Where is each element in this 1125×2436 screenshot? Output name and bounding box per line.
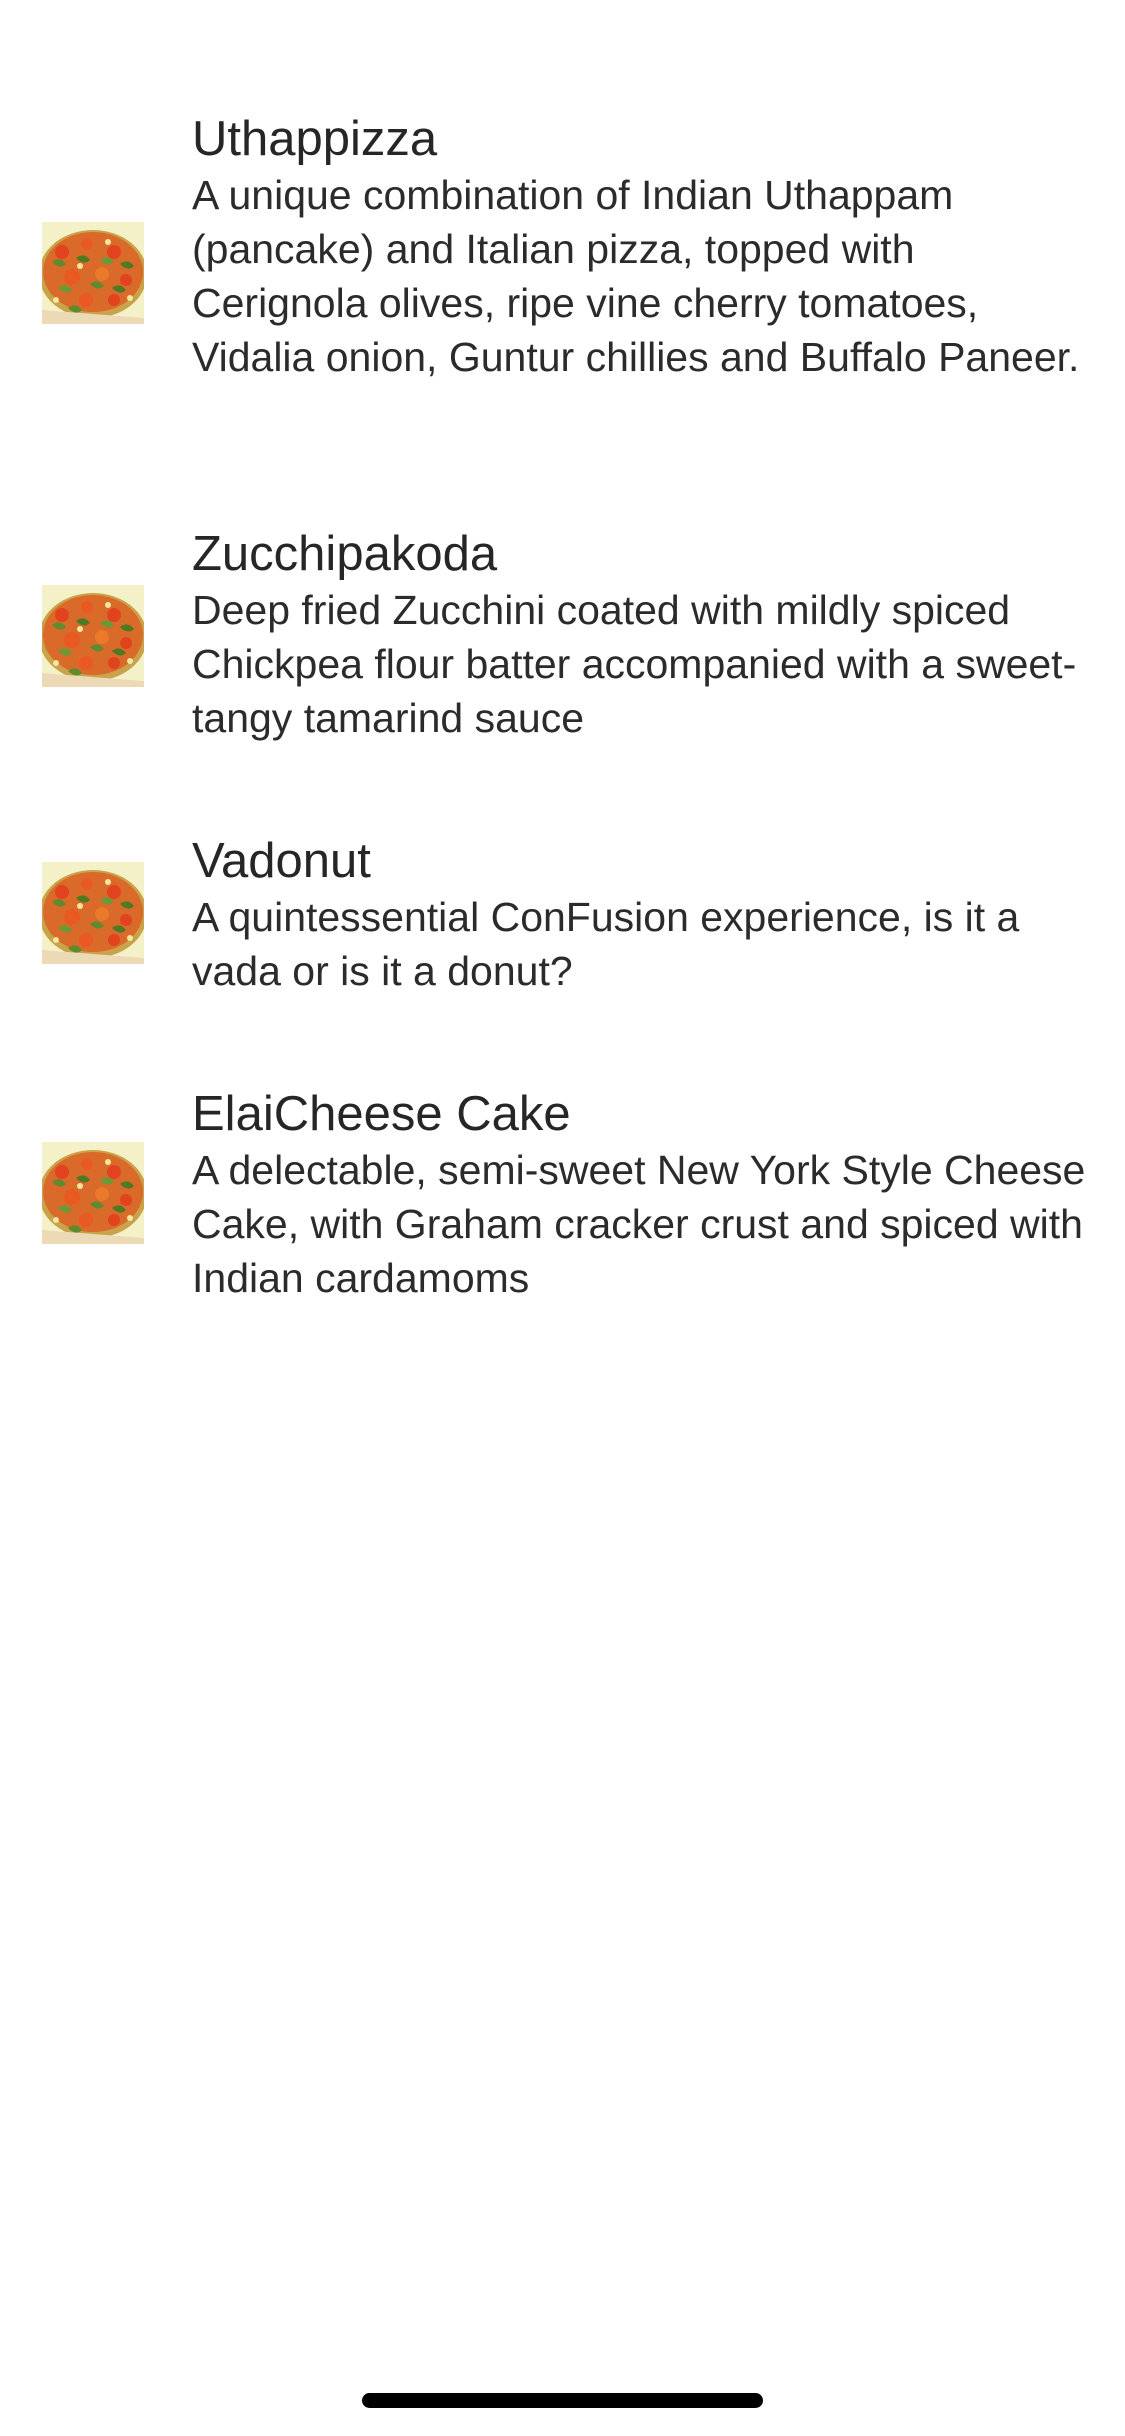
pizza-thumbnail-icon [42, 585, 144, 687]
list-item-text: Zucchipakoda Deep fried Zucchini coated … [192, 525, 1097, 745]
pizza-thumbnail-icon [42, 222, 144, 324]
list-item-description: A unique combination of Indian Uthappam … [192, 172, 1080, 380]
list-item-description: A quintessential ConFusion experience, i… [192, 894, 1020, 994]
list-item-text: ElaiCheese Cake A delectable, semi-sweet… [192, 1085, 1097, 1305]
list-item[interactable]: ElaiCheese Cake A delectable, semi-sweet… [0, 1085, 1125, 1325]
list-item-description: Deep fried Zucchini coated with mildly s… [192, 587, 1077, 741]
list-item-description: A delectable, semi-sweet New York Style … [192, 1147, 1086, 1301]
list-item-title: ElaiCheese Cake [192, 1087, 571, 1141]
list-item-title: Vadonut [192, 834, 371, 888]
pizza-thumbnail-icon [42, 862, 144, 964]
pizza-thumbnail-icon [42, 1142, 144, 1244]
list-item[interactable]: Vadonut A quintessential ConFusion exper… [0, 832, 1125, 1012]
home-indicator[interactable] [362, 2393, 763, 2408]
list-item-text: Vadonut A quintessential ConFusion exper… [192, 832, 1097, 998]
list-item-title: Uthappizza [192, 112, 438, 166]
list-item-text: Uthappizza A unique combination of India… [192, 110, 1097, 384]
list-item[interactable]: Uthappizza A unique combination of India… [0, 110, 1125, 450]
list-item[interactable]: Zucchipakoda Deep fried Zucchini coated … [0, 525, 1125, 765]
list-item-title: Zucchipakoda [192, 527, 498, 581]
